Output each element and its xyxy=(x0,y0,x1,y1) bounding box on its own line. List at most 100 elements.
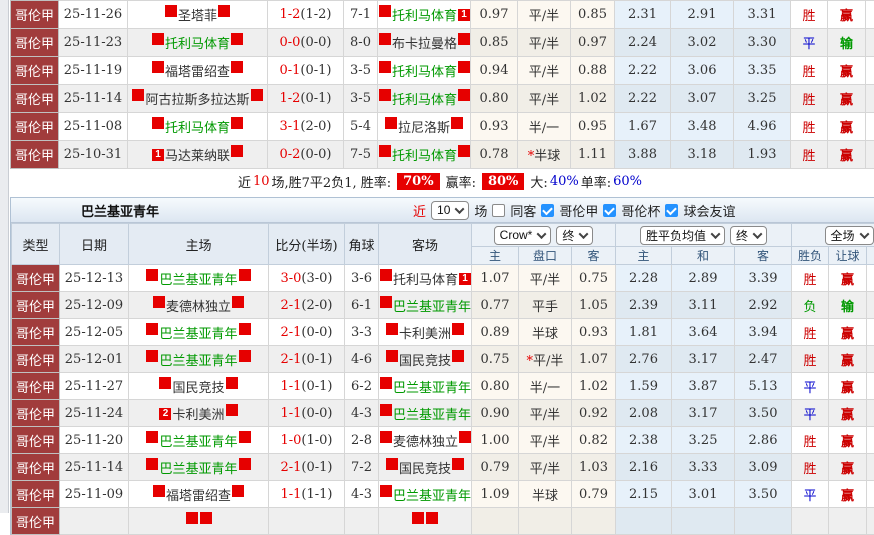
match-row: 哥伦甲 25-11-19 福塔雷绍查 0-1(0-1) 3-5 托利马体育 0.… xyxy=(11,57,874,85)
date-cell: 25-11-19 xyxy=(59,57,128,85)
summary-near-label: 近 xyxy=(238,172,251,191)
handicap-controls-cell: Crow* 终 xyxy=(472,224,616,247)
handicap-away-odds-cell: 0.85 xyxy=(571,1,615,29)
away-team-cell: 拉尼洛斯 xyxy=(378,113,471,141)
corner-cell: 7-2 xyxy=(345,454,379,481)
home-team-cell: 巴兰基亚青年 xyxy=(129,265,269,292)
handicap-result-cell: 赢 xyxy=(829,427,867,454)
rank-badge xyxy=(380,296,392,308)
away-team-name: 麦德林独立 xyxy=(393,435,458,450)
fulltime-score: 1-0 xyxy=(280,433,301,448)
handicap-away-odds-cell: 0.88 xyxy=(571,57,615,85)
result-cell xyxy=(792,508,829,535)
home-team-cell: 2卡利美洲 xyxy=(129,400,269,427)
corner-cell: 7-1 xyxy=(344,1,378,29)
scope-controls-cell: 全场 xyxy=(792,224,874,247)
win-rate-badge: 70% xyxy=(397,173,439,190)
handicap-final-select[interactable]: 终 xyxy=(556,226,593,245)
home-team-name: 巴兰基亚青年 xyxy=(159,462,237,477)
draw-odds-cell: 3.17 xyxy=(672,400,735,427)
away-team-name: 国民竞技 xyxy=(399,462,451,477)
date-cell: 25-11-09 xyxy=(60,481,129,508)
odds-average-select[interactable]: 胜平负均值 xyxy=(640,226,725,245)
match-row: 哥伦甲 25-11-26 圣塔菲 1-2(1-2) 7-1 托利马体育1 0.9… xyxy=(11,1,874,29)
odds-company-select[interactable]: Crow* xyxy=(494,226,552,245)
handicap-away-odds-cell: 0.93 xyxy=(572,319,616,346)
match-row: 哥伦甲 25-11-23 托利马体育 0-0(0-0) 8-0 布卡拉曼格 0.… xyxy=(11,29,874,57)
handicap-result-value: 赢 xyxy=(841,327,854,342)
handicap-cell: 半球 xyxy=(519,481,572,508)
result-value: 胜 xyxy=(802,65,815,80)
match-row: 哥伦甲 25-12-01 巴兰基亚青年 2-1(0-1) 4-6 国民竞技 0.… xyxy=(12,346,874,373)
handicap-cell: 半球 xyxy=(519,319,572,346)
handicap-value: 平/半 xyxy=(530,273,560,288)
handicap-result-cell: 赢 xyxy=(829,346,867,373)
handicap-result-cell: 输 xyxy=(829,292,867,319)
rank-badge xyxy=(218,5,230,17)
fulltime-score: 2-1 xyxy=(280,325,301,340)
rank-badge: 1 xyxy=(459,273,471,285)
league-checkbox[interactable] xyxy=(541,204,554,217)
handicap-result-cell: 赢 xyxy=(829,481,867,508)
handicap-home-odds-cell: 0.80 xyxy=(471,85,518,113)
rank-badge xyxy=(458,33,470,45)
friendly-checkbox-label: 球会友谊 xyxy=(683,201,735,220)
home-team-name: 麦德林独立 xyxy=(166,300,231,315)
away-team-cell: 卡利美洲 xyxy=(379,319,472,346)
league-cell: 哥伦甲 xyxy=(12,373,60,400)
home-team-cell xyxy=(129,508,269,535)
rank-badge xyxy=(226,404,238,416)
home-team-name: 托利马体育 xyxy=(165,37,230,52)
rank-badge xyxy=(146,269,158,281)
draw-odds-cell: 2.91 xyxy=(671,1,734,29)
corner-cell: 3-6 xyxy=(345,265,379,292)
home-team-cell: 托利马体育 xyxy=(128,29,268,57)
handicap-home-odds-cell: 0.78 xyxy=(471,141,518,169)
halftime-score: (0-0) xyxy=(301,325,332,340)
home-team-cell: 巴兰基亚青年 xyxy=(129,454,269,481)
handicap-value: 半/一 xyxy=(529,121,559,136)
subcol-handicap-home: 主 xyxy=(472,247,519,265)
team1-match-rows: 哥伦甲 25-11-26 圣塔菲 1-2(1-2) 7-1 托利马体育1 0.9… xyxy=(11,1,874,169)
rank-badge xyxy=(159,377,171,389)
fulltime-score: 2-1 xyxy=(280,352,301,367)
handicap-result-value: 赢 xyxy=(840,9,853,24)
friendly-checkbox[interactable] xyxy=(665,204,678,217)
score-cell xyxy=(269,508,345,535)
let-rate-label: 赢率: xyxy=(446,172,476,191)
handicap-away-odds-cell: 1.03 xyxy=(572,454,616,481)
same-away-checkbox[interactable] xyxy=(492,204,505,217)
goals-cell xyxy=(867,292,874,319)
cup-checkbox[interactable] xyxy=(603,204,616,217)
match-row: 哥伦甲 25-11-14 巴兰基亚青年 2-1(0-1) 7-2 国民竞技 0.… xyxy=(12,454,874,481)
date-cell: 25-11-20 xyxy=(60,427,129,454)
league-cell: 哥伦甲 xyxy=(12,481,60,508)
handicap-result-value: 赢 xyxy=(841,273,854,288)
league-cell: 哥伦甲 xyxy=(11,29,59,57)
rank-badge xyxy=(380,269,392,281)
euro-final-select[interactable]: 终 xyxy=(730,226,767,245)
corner-cell xyxy=(345,508,379,535)
handicap-value: 半球 xyxy=(532,327,558,342)
handicap-cell xyxy=(519,508,572,535)
halftime-score: (0-1) xyxy=(300,63,331,78)
rank-badge: 1 xyxy=(458,9,470,21)
match-count-select[interactable]: 10 xyxy=(431,201,469,220)
score-cell: 2-1(0-1) xyxy=(269,346,345,373)
date-cell: 25-12-13 xyxy=(60,265,129,292)
odd-label: 单率: xyxy=(581,172,611,191)
rank-badge xyxy=(451,117,463,129)
rank-badge xyxy=(153,485,165,497)
away-win-odds-cell: 3.09 xyxy=(735,454,792,481)
goals-cell xyxy=(866,57,874,85)
away-team-name: 托利马体育 xyxy=(392,93,457,108)
match-scope-select[interactable]: 全场 xyxy=(825,226,874,245)
goals-cell xyxy=(866,29,874,57)
handicap-result-cell: 赢 xyxy=(828,1,866,29)
match-row: 哥伦甲 25-12-13 巴兰基亚青年 3-0(3-0) 3-6 托利马体育1 … xyxy=(12,265,874,292)
handicap-cell: 平/半 xyxy=(518,85,571,113)
date-cell: 25-11-27 xyxy=(60,373,129,400)
draw-odds-cell: 3.87 xyxy=(672,373,735,400)
handicap-away-odds-cell: 0.97 xyxy=(571,29,615,57)
away-win-odds-cell: 2.86 xyxy=(735,427,792,454)
